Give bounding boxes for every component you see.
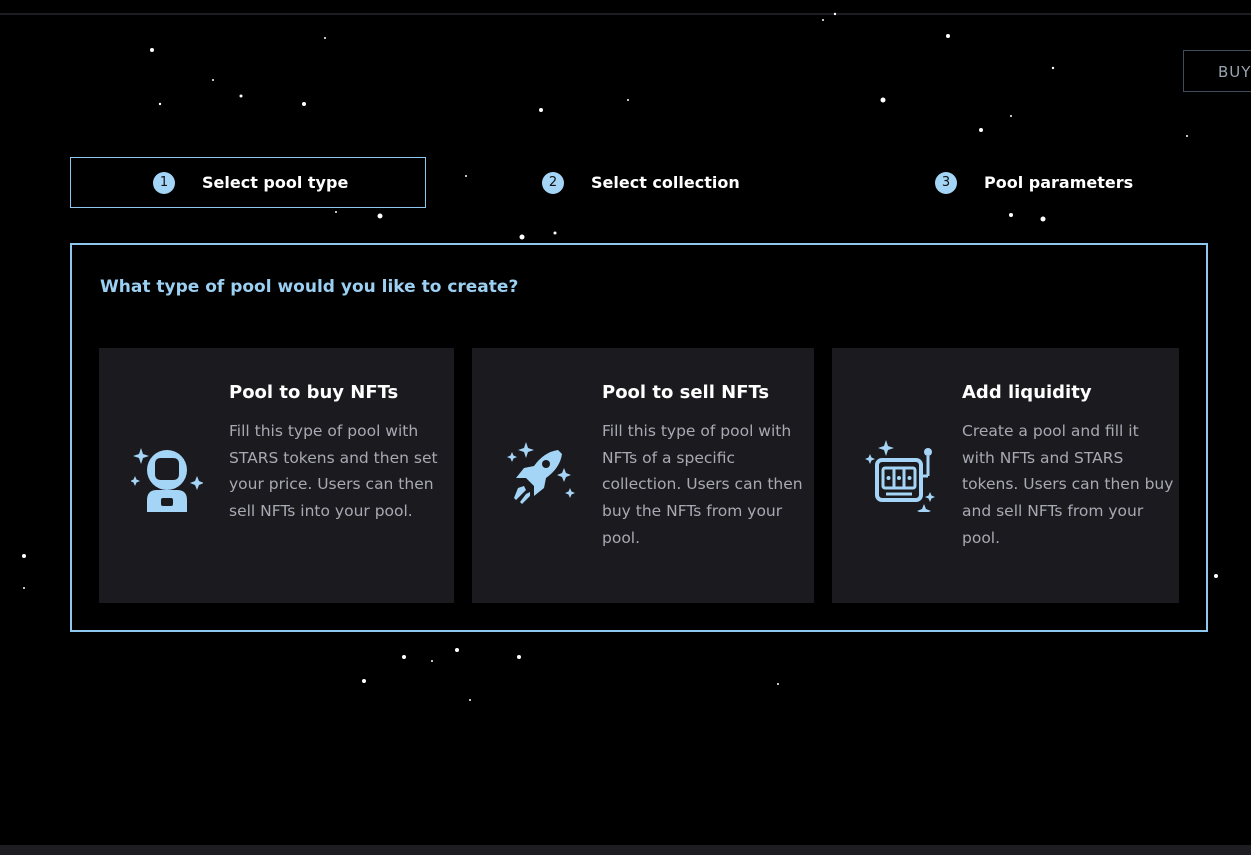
step-select-pool-type[interactable]: 1 Select pool type [70, 157, 426, 208]
bottom-bar [0, 845, 1251, 855]
astronaut-icon [131, 448, 203, 512]
step-indicator: 1 Select pool type 2 Select collection 3… [70, 157, 1208, 208]
step-number-badge: 2 [542, 171, 564, 194]
step-label: Pool parameters [984, 173, 1134, 192]
panel-question: What type of pool would you like to crea… [100, 277, 519, 297]
card-description: Create a pool and fill it with NFTs and … [962, 422, 1174, 547]
card-title: Pool to buy NFTs [229, 382, 399, 403]
card-title: Add liquidity [962, 382, 1092, 403]
step-pool-parameters[interactable]: 3 Pool parameters [935, 157, 1195, 208]
rocket-icon [507, 442, 575, 504]
card-description: Fill this type of pool with STARS tokens… [229, 422, 438, 521]
pool-to-sell-card[interactable]: Pool to sell NFTs Fill this type of pool… [472, 348, 814, 603]
step-number-badge: 1 [153, 171, 175, 194]
step-number-badge: 3 [935, 171, 957, 194]
step-select-collection[interactable]: 2 Select collection [542, 157, 842, 208]
add-liquidity-card[interactable]: Add liquidity Create a pool and fill it … [832, 348, 1179, 603]
buy-button[interactable]: BUY [1183, 50, 1251, 92]
card-title: Pool to sell NFTs [602, 382, 770, 403]
pool-to-buy-card[interactable]: Pool to buy NFTs Fill this type of pool … [99, 348, 454, 603]
step-label: Select collection [591, 173, 740, 192]
pool-type-panel: What type of pool would you like to crea… [70, 243, 1208, 632]
slot-machine-icon [865, 440, 935, 512]
card-description: Fill this type of pool with NFTs of a sp… [602, 422, 803, 547]
step-label: Select pool type [202, 173, 349, 192]
